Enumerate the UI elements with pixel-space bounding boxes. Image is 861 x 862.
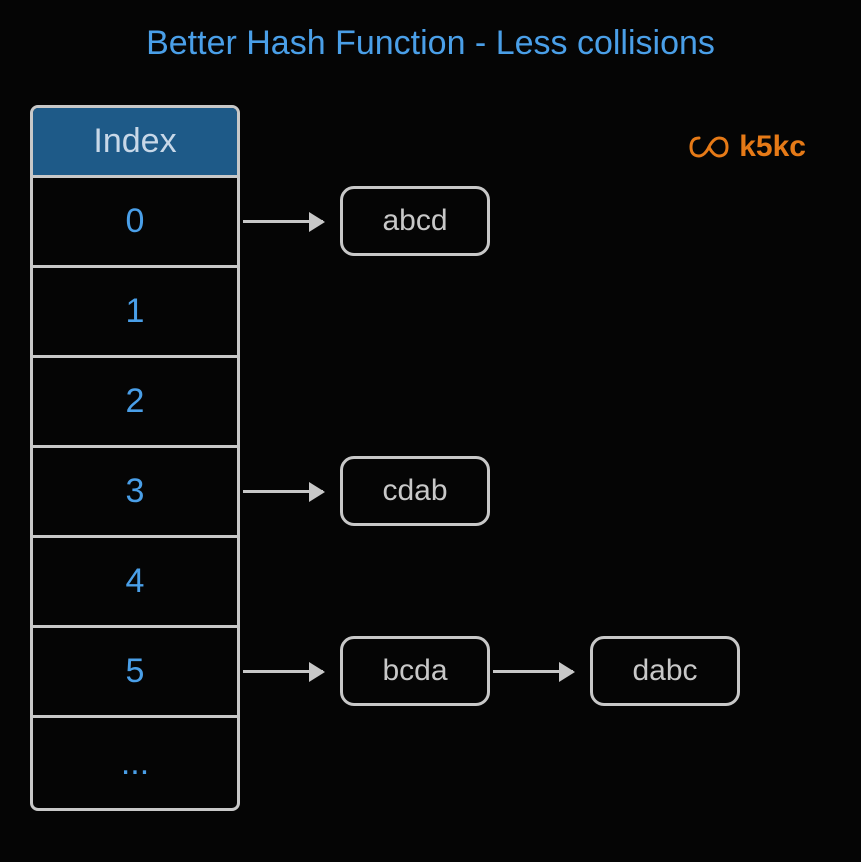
table-header: Index <box>33 108 237 178</box>
arrow-icon <box>493 670 573 673</box>
index-cell-3: 3 <box>33 448 237 538</box>
arrow-icon <box>243 670 323 673</box>
index-cell-ellipsis: ... <box>33 718 237 808</box>
index-cell-2: 2 <box>33 358 237 448</box>
index-cell-4: 4 <box>33 538 237 628</box>
brand-logo: k5kc <box>689 130 806 164</box>
hash-index-table: Index 0 1 2 3 4 5 ... <box>30 105 240 811</box>
arrow-icon <box>243 490 323 493</box>
bucket-node: dabc <box>590 636 740 706</box>
brand-text: k5kc <box>739 130 806 164</box>
bucket-node: bcda <box>340 636 490 706</box>
index-cell-5: 5 <box>33 628 237 718</box>
index-cell-1: 1 <box>33 268 237 358</box>
bucket-node: cdab <box>340 456 490 526</box>
diagram-title: Better Hash Function - Less collisions <box>0 24 861 63</box>
arrow-icon <box>243 220 323 223</box>
bucket-node: abcd <box>340 186 490 256</box>
index-cell-0: 0 <box>33 178 237 268</box>
infinity-icon <box>689 134 729 160</box>
